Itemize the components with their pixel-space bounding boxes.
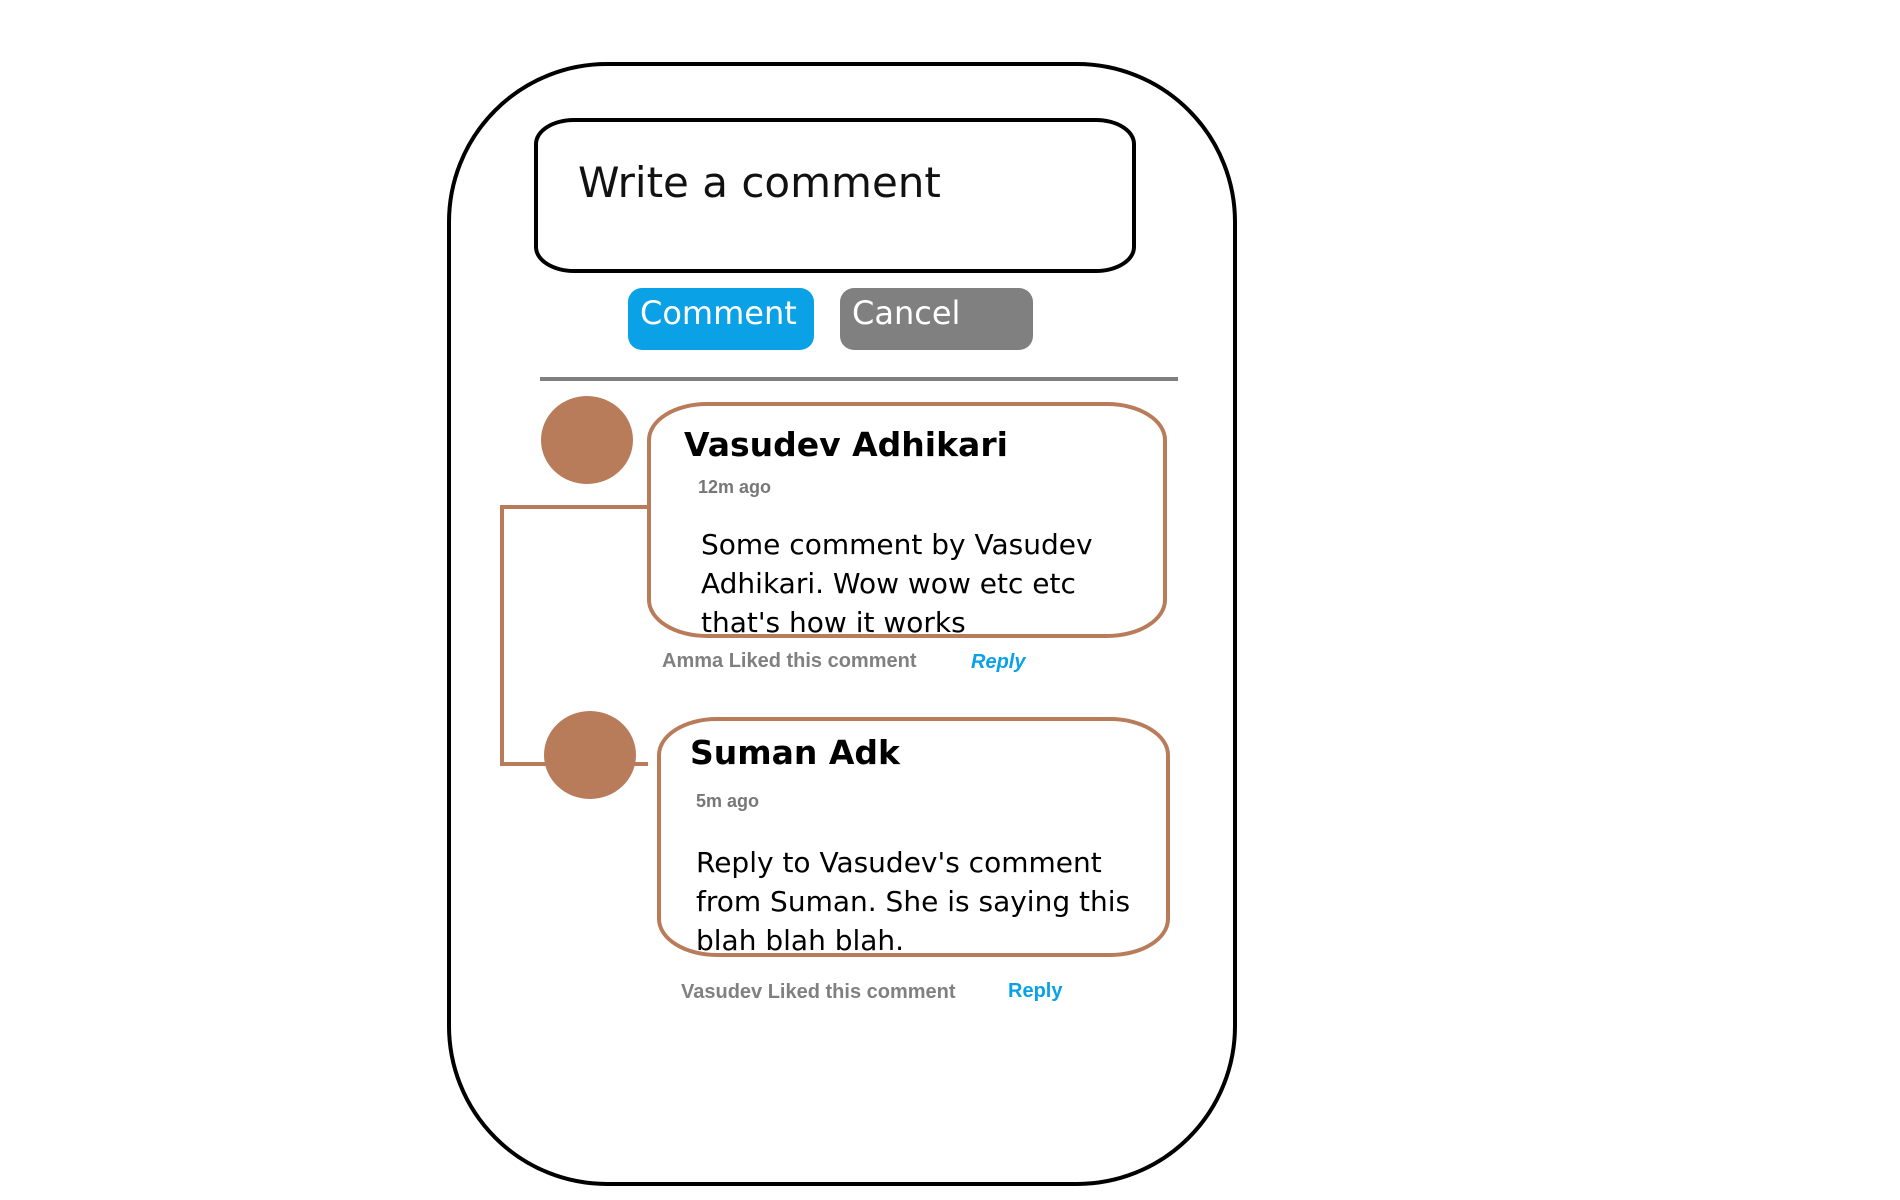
comment-input[interactable]: Write a comment [534, 118, 1136, 273]
divider [540, 377, 1178, 381]
comment-timestamp: 5m ago [696, 791, 760, 811]
comment-timestamp: 12m ago [698, 477, 772, 497]
comment-author[interactable]: Vasudev Adhikari [684, 425, 1008, 464]
comment-input-placeholder: Write a comment [578, 158, 941, 207]
reply-link[interactable]: Reply [1008, 980, 1062, 1003]
cancel-button[interactable]: Cancel [840, 288, 1033, 350]
comment-text: Reply to Vasudev's comment from Suman. S… [696, 846, 1131, 957]
comment-author[interactable]: Suman Adk [690, 733, 900, 772]
avatar[interactable] [541, 396, 633, 484]
reply-link[interactable]: Reply [971, 651, 1025, 674]
comment-button[interactable]: Comment [628, 288, 814, 350]
comment-text: Some comment by Vasudev Adhikari. Wow wo… [701, 528, 1093, 639]
comment-likes: Vasudev Liked this comment [681, 981, 956, 1003]
comment-likes: Amma Liked this comment [662, 650, 917, 672]
avatar[interactable] [544, 711, 636, 799]
